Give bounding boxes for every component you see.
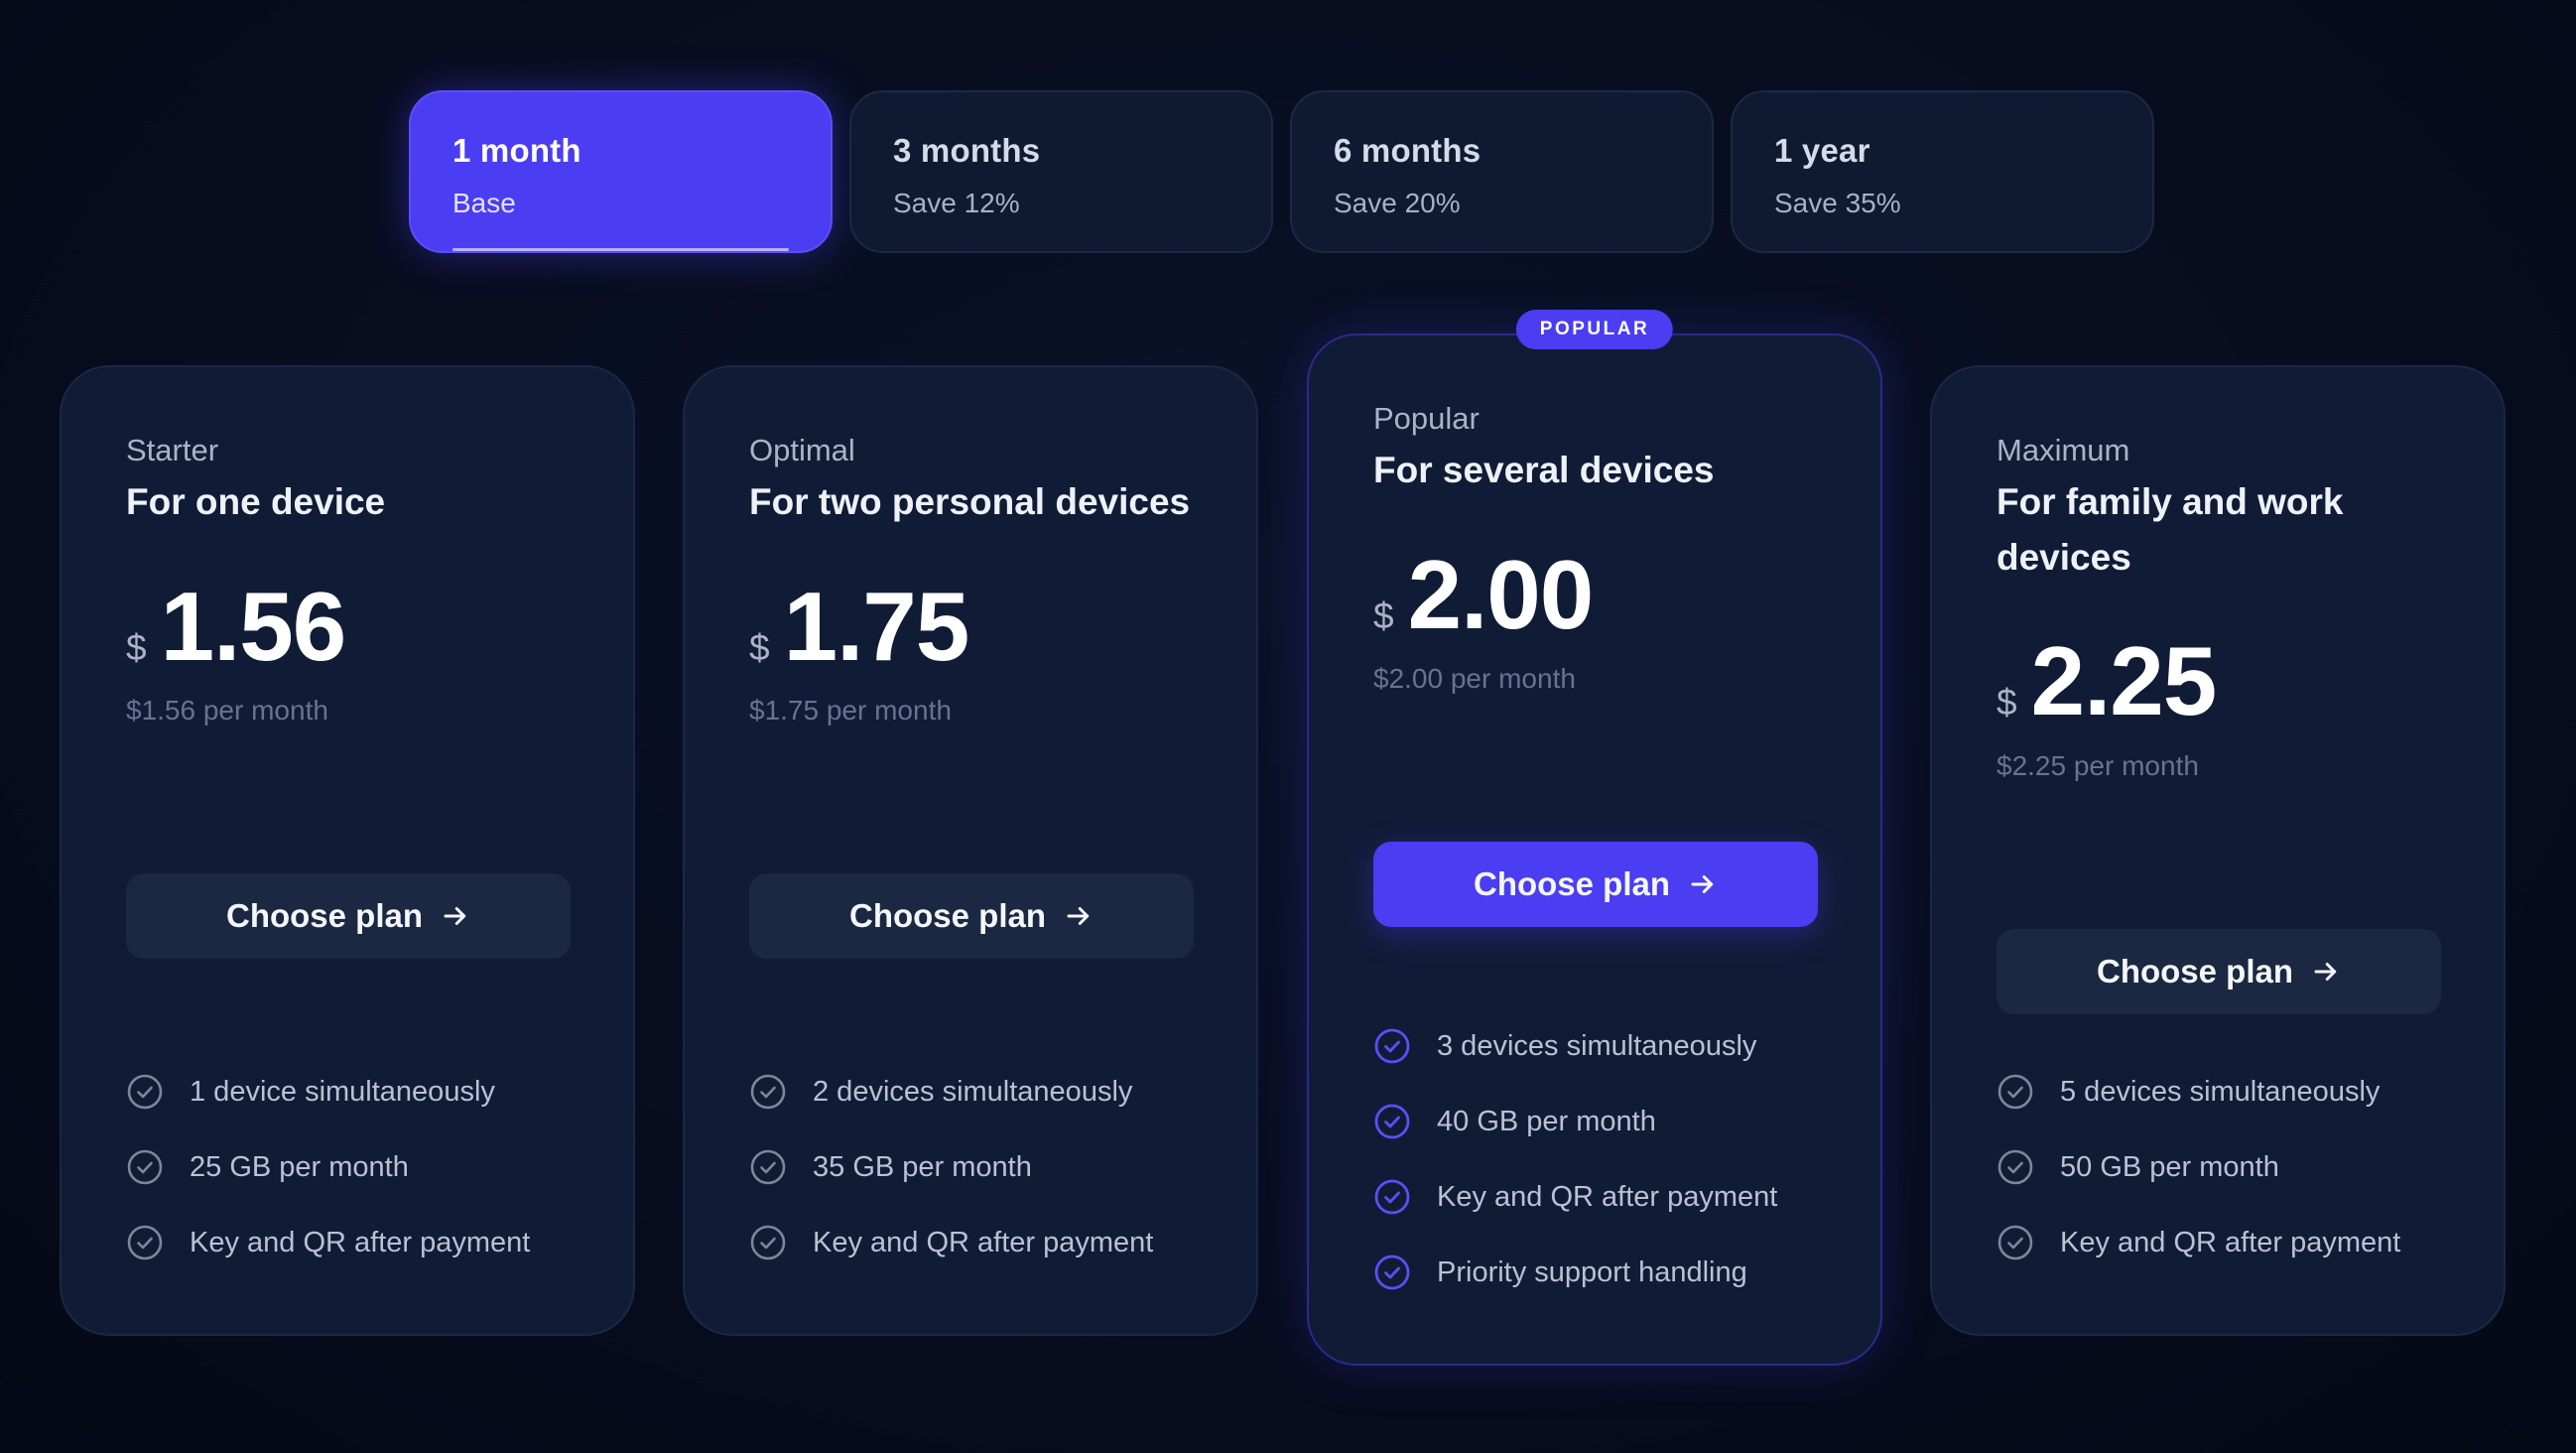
list-item: Priority support handling [1373, 1235, 1777, 1310]
feature-list: 1 device simultaneously 25 GB per month … [126, 1054, 530, 1280]
feature-text: 3 devices simultaneously [1437, 1029, 1757, 1062]
button-label: Choose plan [225, 897, 424, 934]
tab-title: 3 months [893, 132, 1041, 169]
check-circle-icon [127, 1149, 163, 1185]
popular-badge: POPULAR [1515, 310, 1674, 349]
button-label: Choose plan [2096, 953, 2294, 990]
currency-symbol: $ [126, 627, 147, 668]
list-item: 2 devices simultaneously [749, 1054, 1153, 1129]
list-item: 25 GB per month [126, 1129, 530, 1205]
check-circle-icon [1374, 1255, 1410, 1290]
billing-period-tabs: 1 month Base 3 months Save 12% 6 months … [409, 90, 2156, 253]
button-label: Choose plan [848, 897, 1047, 934]
list-item: Key and QR after payment [1996, 1205, 2400, 1280]
feature-text: 5 devices simultaneously [2060, 1075, 2381, 1108]
check-circle-icon [1374, 1179, 1410, 1215]
check-circle-icon [1997, 1074, 2033, 1110]
check-circle-icon [1374, 1104, 1410, 1139]
tab-1-year[interactable]: 1 year Save 35% [1731, 90, 2154, 253]
tab-6-months[interactable]: 6 months Save 20% [1290, 90, 1714, 253]
plan-heading: For several devices [1373, 450, 1715, 490]
list-item: Key and QR after payment [1373, 1159, 1777, 1235]
check-circle-icon [1997, 1149, 2033, 1185]
tab-title: 1 year [1774, 132, 1870, 169]
plan-name: Maximum [1996, 433, 2130, 467]
tab-subtitle: Base [452, 188, 516, 218]
tab-subtitle: Save 35% [1774, 188, 1901, 218]
list-item: 3 devices simultaneously [1373, 1008, 1777, 1084]
plan-name: Popular [1373, 401, 1480, 436]
list-item: 40 GB per month [1373, 1084, 1777, 1159]
price-per-month: $1.56 per month [126, 695, 328, 726]
plan-card-popular: POPULAR Popular For several devices $ 2.… [1307, 310, 1882, 1366]
price-per-month: $2.25 per month [1996, 750, 2199, 781]
choose-plan-button[interactable]: Choose plan [749, 873, 1194, 959]
check-circle-icon [750, 1225, 786, 1260]
plan-card-starter: Starter For one device $ 1.56 $1.56 per … [60, 365, 635, 1336]
active-tab-indicator [452, 248, 789, 251]
plan-heading: For one device [126, 481, 386, 522]
check-circle-icon [127, 1074, 163, 1110]
tab-1-month[interactable]: 1 month Base [409, 90, 833, 253]
feature-text: 35 GB per month [813, 1150, 1032, 1183]
feature-text: 2 devices simultaneously [813, 1075, 1133, 1108]
plan-price: $ 2.25 [1996, 625, 2218, 737]
plan-name: Starter [126, 433, 219, 467]
plan-price: $ 1.56 [126, 571, 347, 683]
arrow-right-icon [1067, 907, 1090, 925]
list-item: Key and QR after payment [126, 1205, 530, 1280]
price-amount: 2.25 [2030, 626, 2218, 735]
check-circle-icon [750, 1074, 786, 1110]
feature-text: Priority support handling [1437, 1255, 1747, 1288]
price-per-month: $2.00 per month [1373, 663, 1576, 694]
plan-price: $ 1.75 [749, 571, 970, 683]
feature-text: Key and QR after payment [190, 1226, 531, 1258]
check-circle-icon [127, 1225, 163, 1260]
feature-text: 1 device simultaneously [190, 1075, 495, 1108]
tab-title: 1 month [452, 132, 581, 169]
price-per-month: $1.75 per month [749, 695, 952, 726]
arrow-right-icon [1691, 875, 1714, 893]
feature-text: Key and QR after payment [1437, 1180, 1778, 1213]
check-circle-icon [750, 1149, 786, 1185]
list-item: 5 devices simultaneously [1996, 1054, 2400, 1129]
list-item: 50 GB per month [1996, 1129, 2400, 1205]
plan-card-maximum: Maximum For family and work devices $ 2.… [1930, 365, 2506, 1336]
feature-list: 2 devices simultaneously 35 GB per month… [749, 1054, 1153, 1280]
price-amount: 1.75 [783, 572, 970, 681]
plan-price: $ 2.00 [1373, 539, 1595, 651]
arrow-right-icon [2314, 963, 2337, 981]
feature-text: Key and QR after payment [2060, 1226, 2401, 1258]
feature-text: Key and QR after payment [813, 1226, 1154, 1258]
tab-subtitle: Save 20% [1334, 188, 1461, 218]
arrow-right-icon [444, 907, 466, 925]
currency-symbol: $ [1373, 595, 1394, 636]
plan-heading: For two personal devices [749, 481, 1191, 522]
list-item: 35 GB per month [749, 1129, 1153, 1205]
check-circle-icon [1374, 1028, 1410, 1064]
feature-list: 3 devices simultaneously 40 GB per month… [1373, 1008, 1777, 1310]
button-label: Choose plan [1473, 865, 1671, 902]
feature-text: 25 GB per month [190, 1150, 409, 1183]
plan-card-optimal: Optimal For two personal devices $ 1.75 … [683, 365, 1258, 1336]
tab-3-months[interactable]: 3 months Save 12% [849, 90, 1273, 253]
plan-name: Optimal [749, 433, 855, 467]
choose-plan-button[interactable]: Choose plan [1996, 929, 2441, 1014]
currency-symbol: $ [1996, 682, 2017, 723]
tab-title: 6 months [1334, 132, 1481, 169]
feature-list: 5 devices simultaneously 50 GB per month… [1996, 1054, 2400, 1280]
price-amount: 2.00 [1407, 540, 1595, 649]
price-amount: 1.56 [160, 572, 347, 681]
choose-plan-button[interactable]: Choose plan [126, 873, 571, 959]
list-item: Key and QR after payment [749, 1205, 1153, 1280]
plan-heading: For family and work devices [1996, 481, 2344, 578]
check-circle-icon [1997, 1225, 2033, 1260]
currency-symbol: $ [749, 627, 770, 668]
feature-text: 40 GB per month [1437, 1105, 1656, 1137]
tab-subtitle: Save 12% [893, 188, 1020, 218]
pricing-page: 1 month Base 3 months Save 12% 6 months … [0, 0, 2576, 1453]
list-item: 1 device simultaneously [126, 1054, 530, 1129]
feature-text: 50 GB per month [2060, 1150, 2279, 1183]
choose-plan-button[interactable]: Choose plan [1373, 842, 1818, 927]
